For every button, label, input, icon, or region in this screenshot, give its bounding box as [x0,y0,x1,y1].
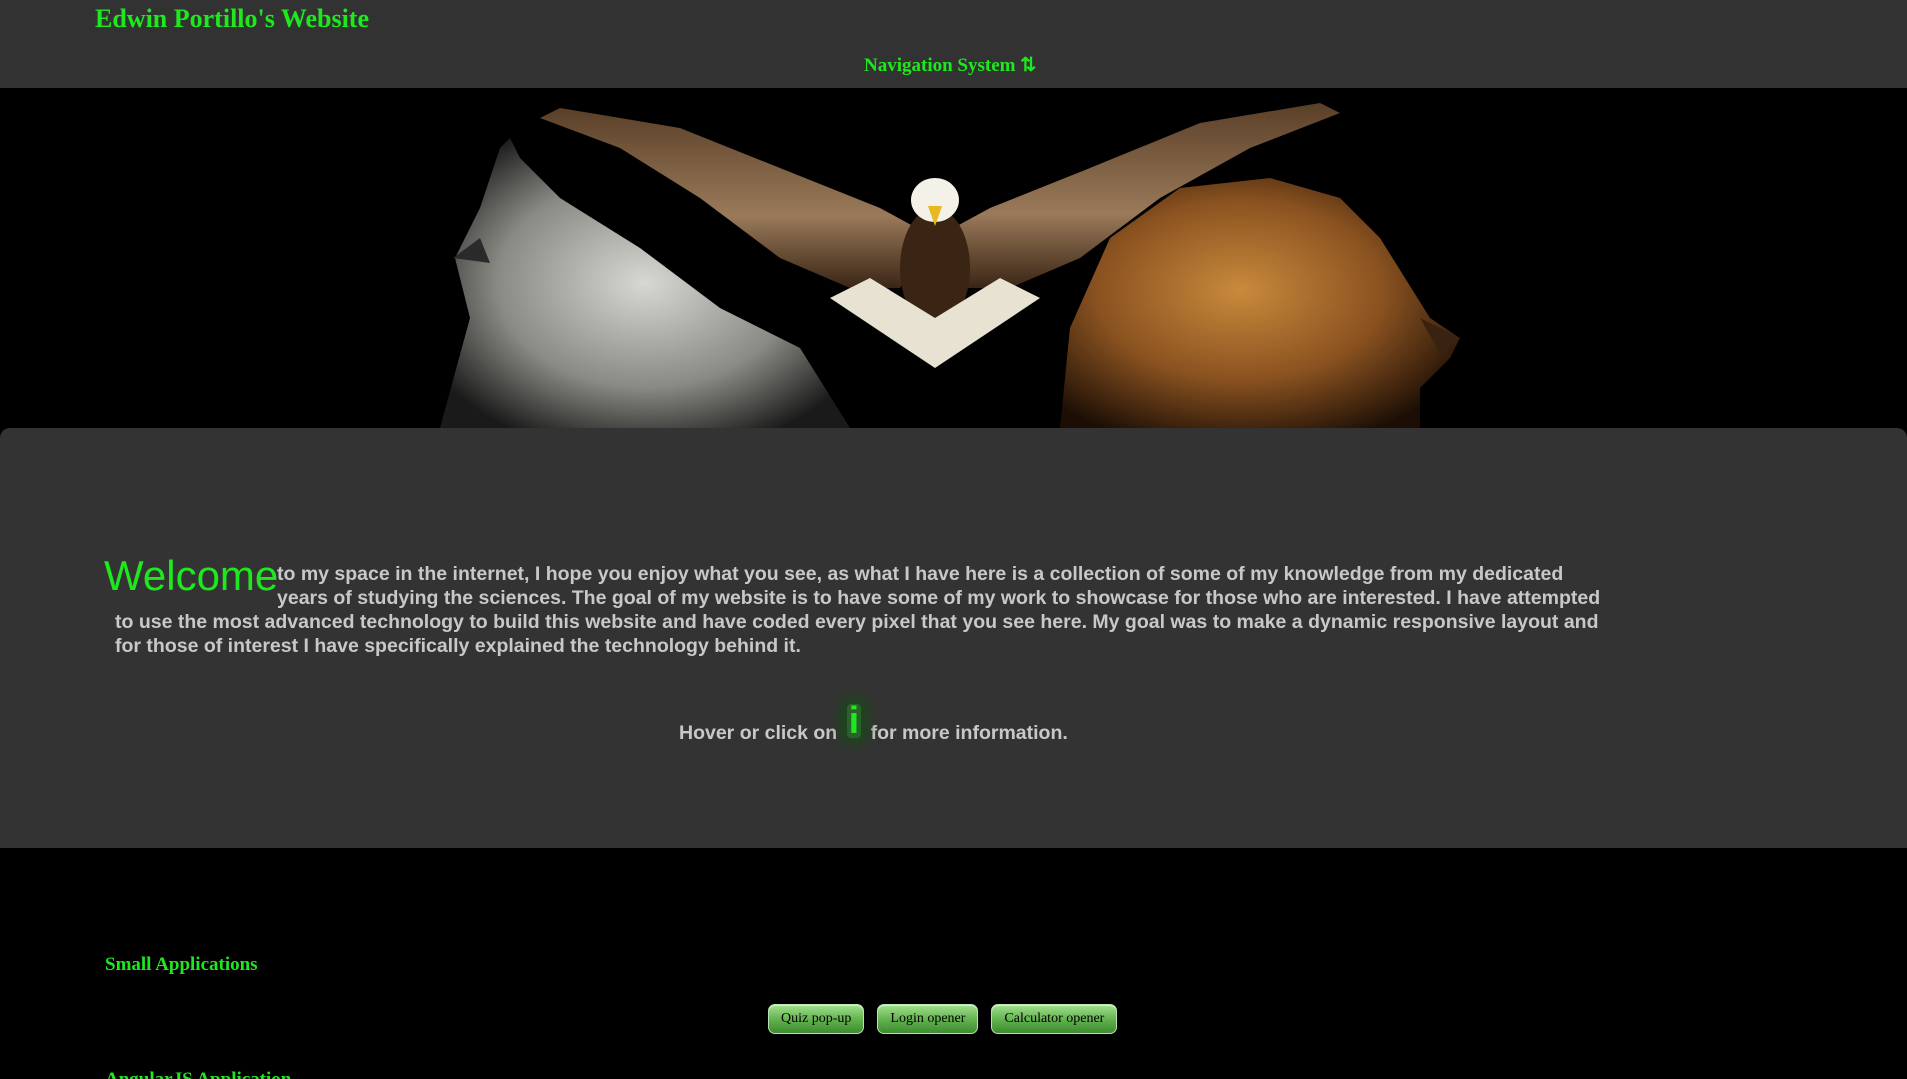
small-applications-heading: Small Applications [105,954,258,975]
info-icon[interactable]: i [846,702,862,740]
login-opener-button[interactable]: Login opener [877,1004,979,1034]
hover-prefix: Hover or click on [679,722,838,744]
calculator-opener-button[interactable]: Calculator opener [991,1004,1118,1034]
site-title[interactable]: Edwin Portillo's Website [95,4,369,34]
hover-instruction: Hover or click on i for more information… [679,702,1068,745]
welcome-line-4: for those of interest I have specificall… [115,635,801,657]
navigation-toggle[interactable]: Navigation System ⇅ [864,54,1036,77]
welcome-line-1: to my space in the internet, I hope you … [277,563,1564,585]
small-apps-buttons: Quiz pop-up Login opener Calculator open… [768,1004,1118,1034]
welcome-line-2: years of studying the sciences. The goal… [277,587,1601,609]
hero-banner [0,88,1907,428]
hover-suffix: for more information. [870,722,1068,744]
welcome-paragraph: to my space in the internet, I hope you … [115,562,1605,658]
quiz-popup-button[interactable]: Quiz pop-up [768,1004,865,1034]
welcome-line-3: to use the most advanced technology to b… [115,611,1599,633]
top-bar: Edwin Portillo's Website Navigation Syst… [0,0,1907,88]
hero-image [440,103,1460,428]
angularjs-application-heading: AngularJS Application [105,1069,291,1079]
